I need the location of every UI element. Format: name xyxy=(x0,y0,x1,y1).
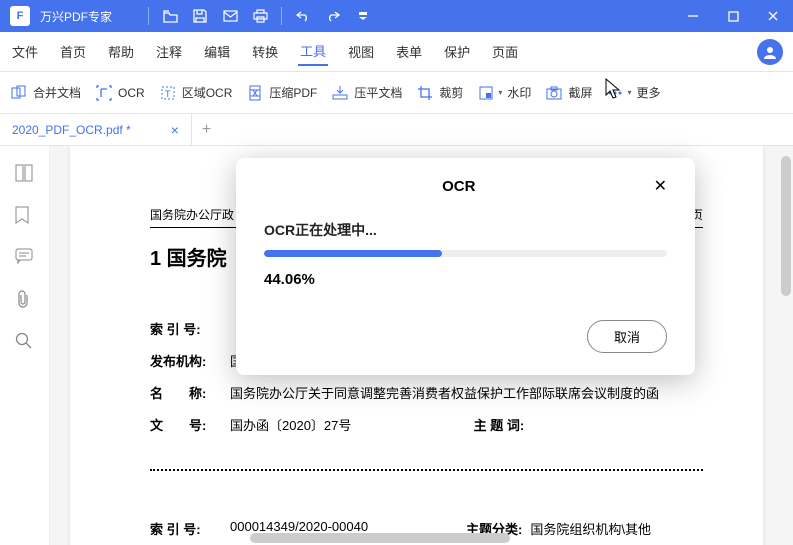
tool-area-ocr[interactable]: T区域OCR xyxy=(159,84,233,102)
attachment-icon[interactable] xyxy=(15,290,35,310)
menu-annotate[interactable]: 注释 xyxy=(154,38,184,65)
progress-percent: 44.06% xyxy=(264,271,667,288)
more-icon xyxy=(606,84,624,102)
menu-view[interactable]: 视图 xyxy=(346,38,376,65)
user-avatar-icon[interactable] xyxy=(757,39,783,65)
tool-crop[interactable]: 裁剪 xyxy=(416,84,463,102)
maximize-button[interactable] xyxy=(713,0,753,32)
app-name: 万兴PDF专家 xyxy=(40,8,112,25)
open-icon[interactable] xyxy=(158,4,182,28)
chevron-down-icon: ▾ xyxy=(627,88,631,97)
menu-home[interactable]: 首页 xyxy=(58,38,88,65)
flatten-icon xyxy=(331,84,349,102)
menu-forms[interactable]: 表单 xyxy=(394,38,424,65)
dialog-message: OCR正在处理中... xyxy=(264,220,667,240)
progress-fill xyxy=(264,250,442,257)
close-button[interactable] xyxy=(753,0,793,32)
tab-strip: 2020_PDF_OCR.pdf * × + xyxy=(0,114,793,146)
area-ocr-icon: T xyxy=(159,84,177,102)
tool-compress[interactable]: 压缩PDF xyxy=(246,84,317,102)
menu-pages[interactable]: 页面 xyxy=(490,38,520,65)
ocr-dialog: OCR ✕ OCR正在处理中... 44.06% 取消 xyxy=(236,158,695,375)
compress-icon xyxy=(246,84,264,102)
save-icon[interactable] xyxy=(188,4,212,28)
tool-screenshot[interactable]: 截屏 xyxy=(545,84,592,102)
watermark-icon xyxy=(477,84,495,102)
tab-close-icon[interactable]: × xyxy=(171,122,179,138)
vertical-scrollbar[interactable] xyxy=(781,156,791,296)
tool-watermark[interactable]: ▾水印 xyxy=(477,84,531,102)
tool-ocr[interactable]: OCR xyxy=(95,84,145,102)
print-icon[interactable] xyxy=(248,4,272,28)
camera-icon xyxy=(545,84,563,102)
chevron-down-icon: ▾ xyxy=(498,88,502,97)
separator xyxy=(281,7,282,25)
merge-icon xyxy=(10,84,28,102)
menu-help[interactable]: 帮助 xyxy=(106,38,136,65)
dialog-close-icon[interactable]: ✕ xyxy=(654,176,667,196)
cancel-button[interactable]: 取消 xyxy=(587,320,667,353)
ocr-icon xyxy=(95,84,113,102)
minimize-button[interactable] xyxy=(673,0,713,32)
tool-more[interactable]: ▾更多 xyxy=(606,84,660,102)
menu-protect[interactable]: 保护 xyxy=(442,38,472,65)
separator xyxy=(148,7,149,25)
comments-icon[interactable] xyxy=(15,248,35,268)
thumbnails-icon[interactable] xyxy=(15,164,35,184)
tool-merge[interactable]: 合并文档 xyxy=(10,84,81,102)
new-tab-button[interactable]: + xyxy=(192,121,221,139)
undo-icon[interactable] xyxy=(291,4,315,28)
mail-icon[interactable] xyxy=(218,4,242,28)
tab-label: 2020_PDF_OCR.pdf * xyxy=(12,123,131,137)
title-bar: F 万兴PDF专家 xyxy=(0,0,793,32)
bookmark-icon[interactable] xyxy=(15,206,35,226)
separator-dotted xyxy=(150,469,703,471)
redo-icon[interactable] xyxy=(321,4,345,28)
app-logo-icon: F xyxy=(10,6,30,26)
menu-edit[interactable]: 编辑 xyxy=(202,38,232,65)
document-tab[interactable]: 2020_PDF_OCR.pdf * × xyxy=(0,114,192,145)
menu-bar: 文件 首页 帮助 注释 编辑 转换 工具 视图 表单 保护 页面 xyxy=(0,32,793,72)
progress-bar xyxy=(264,250,667,257)
menu-convert[interactable]: 转换 xyxy=(250,38,280,65)
svg-text:T: T xyxy=(165,89,171,99)
sidebar xyxy=(0,146,50,545)
menu-tools[interactable]: 工具 xyxy=(298,37,328,66)
tool-flatten[interactable]: 压平文档 xyxy=(331,84,402,102)
menu-file[interactable]: 文件 xyxy=(10,38,40,65)
crop-icon xyxy=(416,84,434,102)
dialog-title: OCR xyxy=(264,178,654,195)
page-header-left: 国务院办公厅政 xyxy=(150,206,234,223)
toolbar: 合并文档 OCR T区域OCR 压缩PDF 压平文档 裁剪 ▾水印 截屏 ▾更多 xyxy=(0,72,793,114)
search-icon[interactable] xyxy=(15,332,35,352)
dropdown-icon[interactable] xyxy=(351,4,375,28)
horizontal-scrollbar[interactable] xyxy=(250,533,510,543)
